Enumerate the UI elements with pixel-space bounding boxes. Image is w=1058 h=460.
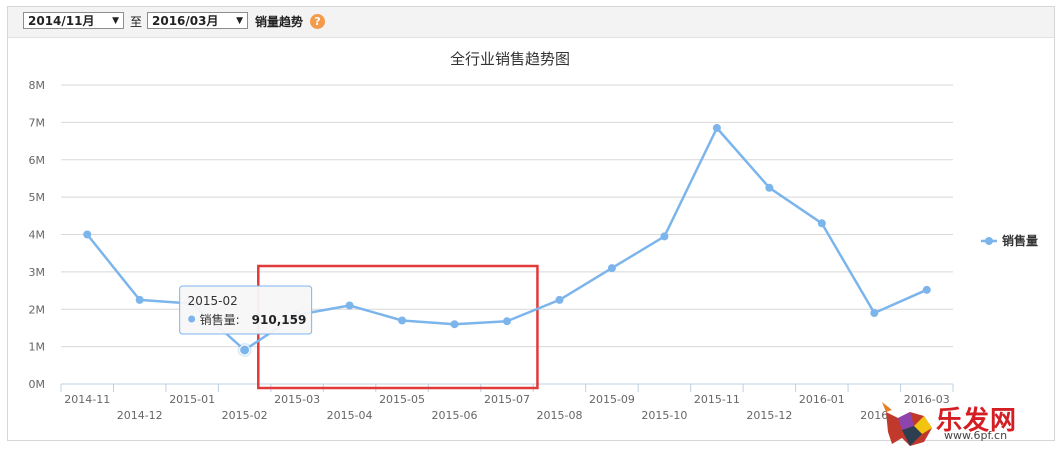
tooltip-category: 2015-02	[188, 294, 238, 308]
data-point	[83, 230, 92, 239]
data-point	[765, 183, 774, 192]
data-point	[922, 285, 931, 294]
x-tick-label: 2015-06	[432, 409, 478, 422]
y-tick-label: 2M	[29, 303, 46, 316]
watermark-url: www.6pf.cn	[944, 429, 1008, 442]
x-tick-label: 2016-01	[799, 393, 845, 406]
data-point	[135, 295, 144, 304]
x-tick-label: 2015-09	[589, 393, 635, 406]
x-tick-label: 2015-04	[327, 409, 373, 422]
x-tick-label: 2015-05	[379, 393, 425, 406]
tooltip-series-marker	[188, 315, 196, 323]
y-tick-label: 4M	[29, 229, 46, 242]
x-tick-label: 2015-12	[746, 409, 792, 422]
y-tick-label: 7M	[29, 116, 46, 129]
data-point	[817, 219, 826, 228]
x-tick-label: 2015-10	[641, 409, 687, 422]
data-point	[345, 301, 354, 310]
data-point	[450, 320, 459, 329]
tooltip-value: 910,159	[252, 313, 307, 327]
x-tick-label: 2015-08	[536, 409, 582, 422]
x-tick-label: 2015-02	[222, 409, 268, 422]
data-point	[503, 317, 511, 326]
data-point	[870, 308, 879, 317]
y-tick-label: 5M	[29, 191, 46, 204]
data-point	[555, 295, 564, 304]
watermark: 乐发网 www.6pf.cn	[880, 398, 1055, 456]
x-tick-label: 2015-03	[274, 393, 320, 406]
x-tick-label: 2015-11	[694, 393, 740, 406]
data-point-hover	[239, 344, 251, 356]
x-tick-label: 2015-07	[484, 393, 530, 406]
x-tick-label: 2014-11	[64, 393, 110, 406]
data-point	[660, 232, 669, 241]
data-point	[398, 316, 407, 325]
y-tick-label: 3M	[29, 266, 46, 279]
y-tick-label: 0M	[29, 378, 46, 391]
data-point	[607, 264, 616, 273]
y-tick-label: 1M	[29, 341, 46, 354]
data-point	[712, 123, 721, 132]
tooltip-series-label: 销售量:	[200, 312, 240, 327]
legend-label: 销售量	[1002, 233, 1038, 248]
x-tick-label: 2014-12	[117, 409, 163, 422]
y-tick-label: 6M	[29, 154, 46, 167]
x-tick-label: 2015-01	[169, 393, 215, 406]
line-chart: 全行业销售趋势图 0M 1M 2M 3M 4M 5M 6M 7M 8M 2014-11 2014-…	[29, 50, 1039, 422]
bull-logo-icon	[882, 402, 932, 446]
y-tick-label: 8M	[29, 79, 46, 92]
chart-title: 全行业销售趋势图	[450, 50, 570, 68]
legend-marker	[985, 237, 993, 245]
